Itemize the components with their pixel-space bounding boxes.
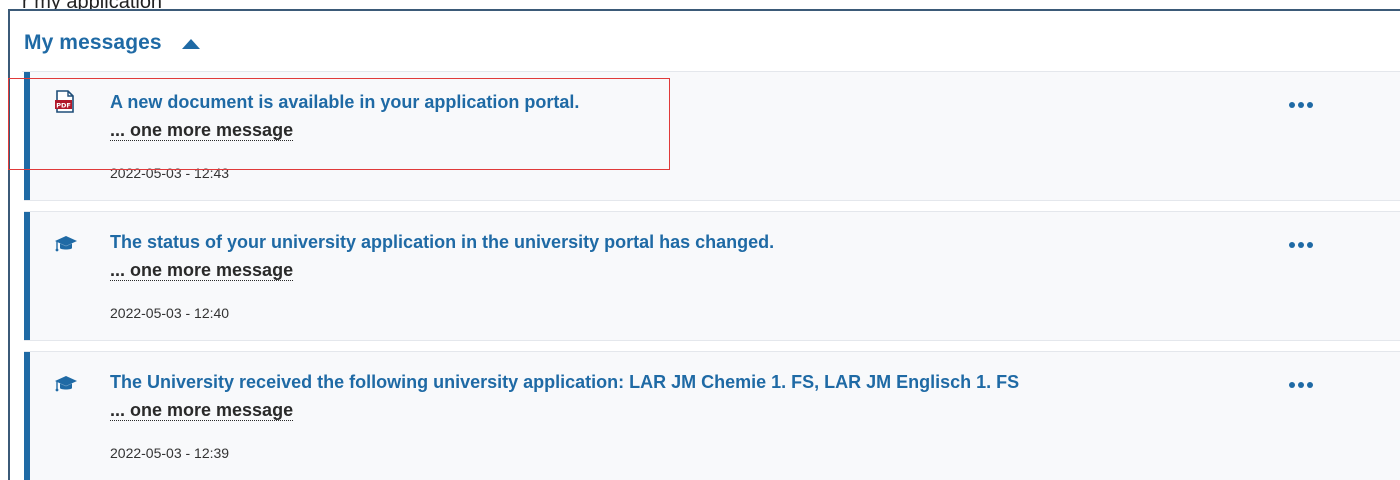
message-title[interactable]: A new document is available in your appl…	[110, 92, 579, 113]
message-item[interactable]: The University received the following un…	[24, 351, 1400, 480]
menu-dot	[1298, 102, 1304, 108]
chevron-up-icon[interactable]	[181, 39, 200, 49]
menu-dot	[1307, 242, 1313, 248]
more-messages-link[interactable]: ... one more message	[110, 260, 294, 281]
more-options-icon[interactable]	[1289, 242, 1313, 248]
menu-dot	[1298, 242, 1304, 248]
message-accent-bar	[24, 212, 30, 340]
messages-panel-header[interactable]: My messages	[24, 31, 200, 55]
menu-dot	[1307, 382, 1313, 388]
menu-dot	[1307, 102, 1313, 108]
message-timestamp: 2022-05-03 - 12:40	[110, 305, 230, 321]
stage: r my application My messages PDF A new d…	[0, 0, 1400, 480]
message-accent-bar	[24, 352, 30, 480]
panel-title: My messages	[24, 31, 162, 54]
graduation-cap-icon	[54, 374, 77, 398]
menu-dot	[1289, 382, 1295, 388]
message-item[interactable]: PDF A new document is available in your …	[24, 71, 1400, 201]
menu-dot	[1289, 102, 1295, 108]
message-accent-bar	[24, 72, 30, 200]
more-options-icon[interactable]	[1289, 102, 1313, 108]
messages-panel: My messages PDF A new document is availa…	[8, 9, 1400, 480]
message-item[interactable]: The status of your university applicatio…	[24, 211, 1400, 341]
message-title[interactable]: The status of your university applicatio…	[110, 232, 774, 253]
svg-text:PDF: PDF	[56, 101, 71, 109]
more-messages-link[interactable]: ... one more message	[110, 120, 294, 141]
message-timestamp: 2022-05-03 - 12:39	[110, 445, 230, 461]
menu-dot	[1289, 242, 1295, 248]
graduation-cap-icon	[54, 234, 77, 258]
pdf-document-icon: PDF	[54, 90, 76, 114]
message-timestamp: 2022-05-03 - 12:43	[110, 165, 230, 181]
menu-dot	[1298, 382, 1304, 388]
more-options-icon[interactable]	[1289, 382, 1313, 388]
message-title[interactable]: The University received the following un…	[110, 372, 1019, 393]
more-messages-link[interactable]: ... one more message	[110, 400, 294, 421]
